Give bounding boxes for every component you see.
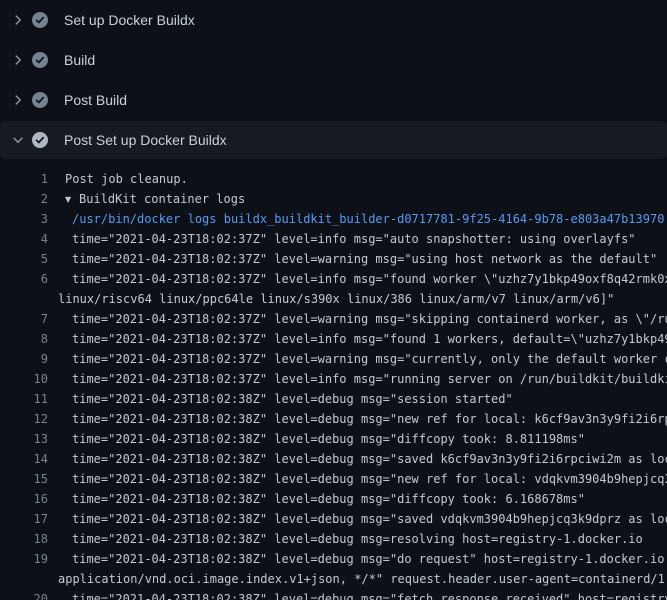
step-label: Post Set up Docker Buildx	[64, 130, 227, 150]
log-text: time="2021-04-23T18:02:37Z" level=info m…	[58, 269, 667, 289]
chevron-right-icon	[10, 12, 26, 28]
log-line-number[interactable]: 4	[0, 229, 48, 249]
log-group-label[interactable]: ▼BuildKit container logs	[58, 189, 245, 209]
log-line-number[interactable]: 3	[0, 209, 48, 229]
log-text: time="2021-04-23T18:02:38Z" level=debug …	[58, 409, 667, 429]
step-label: Build	[64, 50, 95, 70]
log-line-number[interactable]: 11	[0, 389, 48, 409]
triangle-down-icon: ▼	[65, 190, 79, 210]
log-text: Post job cleanup.	[58, 169, 188, 189]
log-line: 19 time="2021-04-23T18:02:38Z" level=debu…	[0, 549, 667, 569]
log-line-number[interactable]: 9	[0, 349, 48, 369]
log-line: 11 time="2021-04-23T18:02:38Z" level=debu…	[0, 389, 667, 409]
log-line: 4 time="2021-04-23T18:02:37Z" level=info …	[0, 229, 667, 249]
step-row-set-up-docker-buildx[interactable]: Set up Docker Buildx	[0, 0, 667, 40]
log-text: time="2021-04-23T18:02:38Z" level=debug …	[58, 529, 643, 549]
log-line: 15 time="2021-04-23T18:02:38Z" level=debu…	[0, 469, 667, 489]
log-text: time="2021-04-23T18:02:37Z" level=warnin…	[58, 249, 657, 269]
chevron-right-icon	[10, 52, 26, 68]
log-text: time="2021-04-23T18:02:38Z" level=debug …	[58, 489, 585, 509]
log-line-number[interactable]: 2	[0, 189, 48, 209]
log-line: 3/usr/bin/docker logs buildx_buildkit_bu…	[0, 209, 667, 229]
step-row-build[interactable]: Build	[0, 40, 667, 80]
step-label: Set up Docker Buildx	[64, 10, 195, 30]
log-text: time="2021-04-23T18:02:38Z" level=debug …	[58, 429, 585, 449]
log-line: 13 time="2021-04-23T18:02:38Z" level=debu…	[0, 429, 667, 449]
log-line-number[interactable]: 20	[0, 589, 48, 600]
log-line: 6 time="2021-04-23T18:02:37Z" level=info …	[0, 269, 667, 289]
log-line-number[interactable]: 10	[0, 369, 48, 389]
log-line-number[interactable]: 1	[0, 169, 48, 189]
log-line-number[interactable]: 7	[0, 309, 48, 329]
log-text: linux/riscv64 linux/ppc64le linux/s390x …	[58, 289, 614, 309]
log-text: time="2021-04-23T18:02:38Z" level=debug …	[58, 469, 667, 489]
log-line-number	[0, 569, 48, 589]
log-text: time="2021-04-23T18:02:38Z" level=debug …	[58, 589, 667, 600]
log-line: 5 time="2021-04-23T18:02:37Z" level=warni…	[0, 249, 667, 269]
log-line-number[interactable]: 17	[0, 509, 48, 529]
log-line-number[interactable]: 19	[0, 549, 48, 569]
log-line-number[interactable]: 18	[0, 529, 48, 549]
log-line-number[interactable]: 5	[0, 249, 48, 269]
log-line: linux/riscv64 linux/ppc64le linux/s390x …	[0, 289, 667, 309]
log-line-number[interactable]: 16	[0, 489, 48, 509]
log-line-number[interactable]: 15	[0, 469, 48, 489]
log-line: 10 time="2021-04-23T18:02:37Z" level=info…	[0, 369, 667, 389]
check-circle-icon	[32, 132, 48, 148]
log-line-number[interactable]: 6	[0, 269, 48, 289]
log-text: time="2021-04-23T18:02:38Z" level=debug …	[58, 549, 667, 569]
log-text: time="2021-04-23T18:02:38Z" level=debug …	[58, 449, 667, 469]
log-line: 12 time="2021-04-23T18:02:38Z" level=debu…	[0, 409, 667, 429]
log-text: time="2021-04-23T18:02:37Z" level=warnin…	[58, 349, 667, 369]
log-group-text: BuildKit container logs	[79, 192, 245, 206]
log-text: time="2021-04-23T18:02:37Z" level=info m…	[58, 329, 667, 349]
log-line: 14 time="2021-04-23T18:02:38Z" level=debu…	[0, 449, 667, 469]
log-line: 16 time="2021-04-23T18:02:38Z" level=debu…	[0, 489, 667, 509]
check-circle-icon	[32, 92, 48, 108]
log-text: time="2021-04-23T18:02:37Z" level=info m…	[58, 369, 667, 389]
log-text: time="2021-04-23T18:02:37Z" level=info m…	[58, 229, 636, 249]
log-line-number	[0, 289, 48, 309]
chevron-right-icon	[10, 92, 26, 108]
log-line: 9 time="2021-04-23T18:02:37Z" level=warni…	[0, 349, 667, 369]
log-line: 17 time="2021-04-23T18:02:38Z" level=debu…	[0, 509, 667, 529]
log-line: 7 time="2021-04-23T18:02:37Z" level=warni…	[0, 309, 667, 329]
log-command-text: /usr/bin/docker logs buildx_buildkit_bui…	[58, 209, 664, 229]
check-circle-icon	[32, 52, 48, 68]
chevron-down-icon	[10, 132, 26, 148]
log-text: time="2021-04-23T18:02:37Z" level=warnin…	[58, 309, 667, 329]
log-line-number[interactable]: 8	[0, 329, 48, 349]
log-line: application/vnd.oci.image.index.v1+json,…	[0, 569, 667, 589]
log-line: 20 time="2021-04-23T18:02:38Z" level=debu…	[0, 589, 667, 600]
check-circle-icon	[32, 12, 48, 28]
log-line-number[interactable]: 12	[0, 409, 48, 429]
log-text: time="2021-04-23T18:02:38Z" level=debug …	[58, 389, 513, 409]
step-label: Post Build	[64, 90, 127, 110]
step-row-post-build[interactable]: Post Build	[0, 80, 667, 120]
log-text: time="2021-04-23T18:02:38Z" level=debug …	[58, 509, 667, 529]
log-line: 8 time="2021-04-23T18:02:37Z" level=info …	[0, 329, 667, 349]
log-text: application/vnd.oci.image.index.v1+json,…	[58, 569, 667, 589]
log-line-number[interactable]: 14	[0, 449, 48, 469]
step-row-post-set-up-docker-buildx[interactable]: Post Set up Docker Buildx	[0, 121, 667, 159]
log-line-number[interactable]: 13	[0, 429, 48, 449]
step-list: Set up Docker Buildx Build Post Build Po…	[0, 0, 667, 159]
log-line: 18 time="2021-04-23T18:02:38Z" level=debu…	[0, 529, 667, 549]
log-line: 2 ▼BuildKit container logs	[0, 189, 667, 209]
log-viewer: 1 Post job cleanup. 2 ▼BuildKit container l…	[0, 160, 667, 600]
log-line: 1 Post job cleanup.	[0, 169, 667, 189]
